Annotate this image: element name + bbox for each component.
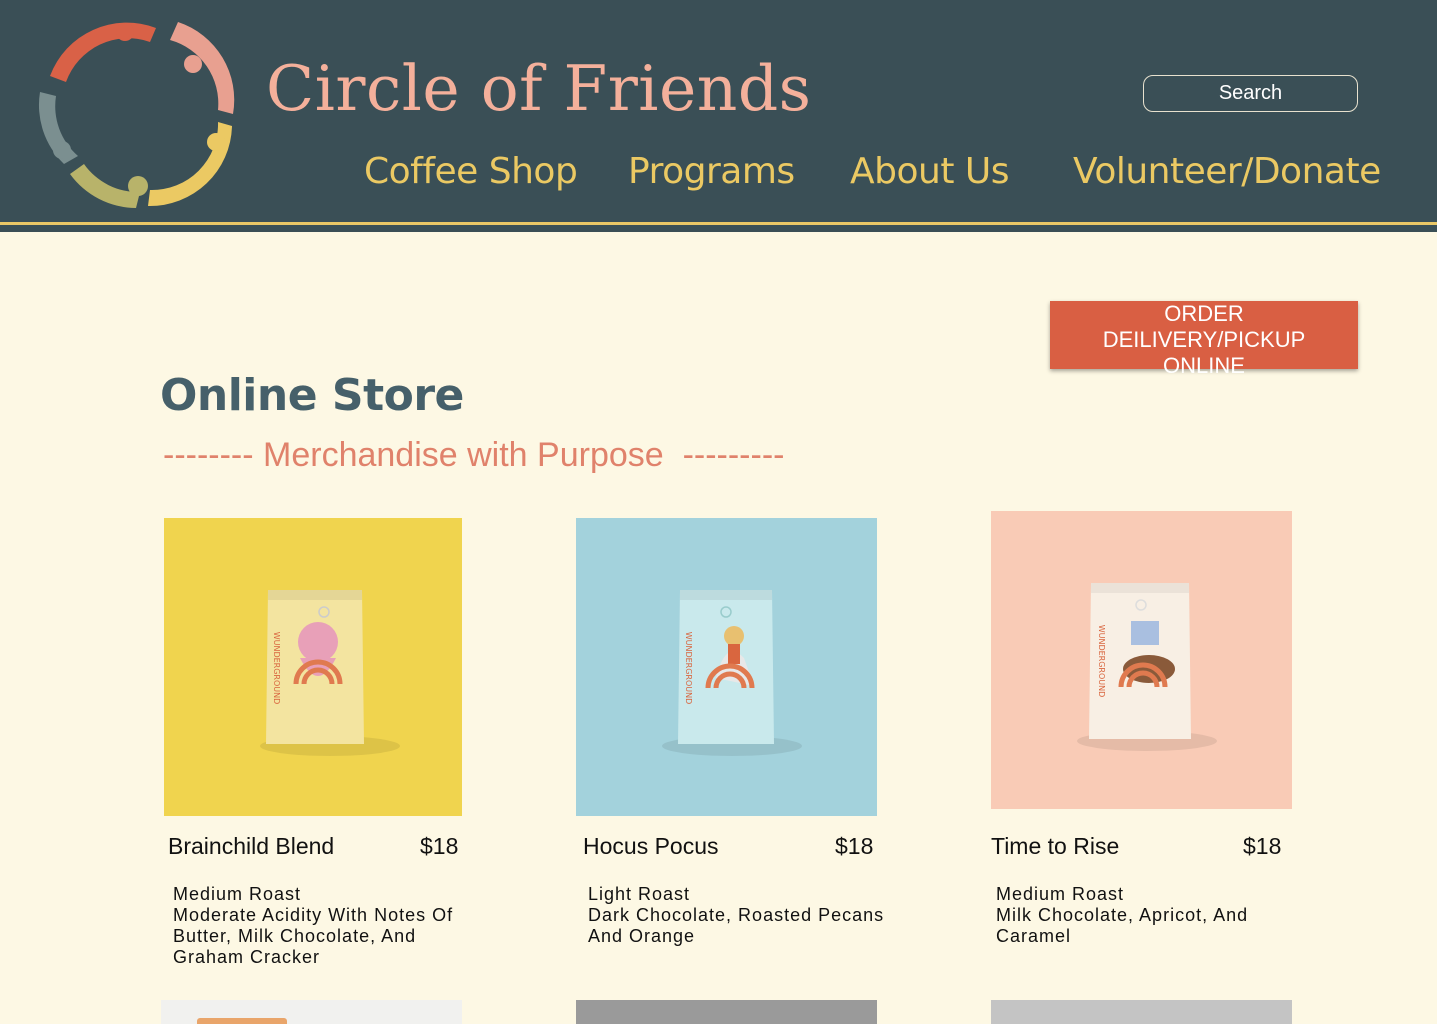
product-notes-line: Butter, Milk Chocolate, And (173, 926, 417, 946)
bag-brand-label: WUNDERGROUND (684, 632, 693, 705)
product-price: $18 (1243, 833, 1282, 859)
coffee-bag-image: WUNDERGROUND (164, 518, 462, 816)
product-name[interactable]: Time to Rise (991, 833, 1119, 860)
product-notes-line: Milk Chocolate, Apricot, And (996, 905, 1249, 925)
product-notes-line: Dark Chocolate, Roasted Pecans (588, 905, 885, 925)
nav-about-us[interactable]: About Us (850, 151, 1009, 192)
circle-of-friends-logo-icon[interactable] (28, 14, 242, 214)
coffee-bag-image: WUNDERGROUND (576, 518, 877, 816)
product-roast: Medium Roast (996, 884, 1125, 904)
bag-brand-label: WUNDERGROUND (272, 632, 281, 705)
nav-coffee-shop[interactable]: Coffee Shop (364, 151, 578, 192)
order-button-line1: ORDER DEILIVERY/PICKUP (1102, 301, 1306, 352)
product-notes-line: And Orange (588, 926, 696, 946)
product-image[interactable]: WUNDERGROUND (991, 511, 1292, 809)
header-divider (0, 222, 1437, 225)
product-image[interactable]: WUNDERGROUND (576, 518, 877, 816)
nav-programs[interactable]: Programs (628, 151, 795, 192)
product-image-peek (197, 1018, 287, 1024)
order-delivery-pickup-button[interactable]: ORDER DEILIVERY/PICKUP ONLINE (1050, 301, 1358, 378)
coffee-bag-image: WUNDERGROUND (991, 511, 1292, 809)
bag-brand-label: WUNDERGROUND (1097, 625, 1106, 698)
product-roast: Light Roast (588, 884, 691, 904)
product-name[interactable]: Hocus Pocus (583, 833, 719, 860)
product-image[interactable] (161, 1000, 462, 1024)
page-subtitle: -------- Merchandise with Purpose ------… (163, 436, 785, 474)
product-image[interactable] (576, 1000, 877, 1024)
product-description: Light Roast Dark Chocolate, Roasted Peca… (588, 884, 884, 947)
product-price: $18 (420, 833, 459, 859)
order-button-line2: ONLINE (1163, 353, 1245, 378)
product-roast: Medium Roast (173, 884, 302, 904)
site-header: Circle of Friends Coffee Shop Programs A… (0, 0, 1437, 232)
nav-volunteer-donate[interactable]: Volunteer/Donate (1073, 151, 1381, 192)
product-description: Medium Roast Milk Chocolate, Apricot, An… (996, 884, 1248, 947)
product-notes-line: Graham Cracker (173, 947, 321, 967)
product-price: $18 (835, 833, 874, 859)
product-notes-line: Moderate Acidity With Notes Of (173, 905, 454, 925)
page-title: Online Store (160, 370, 464, 421)
product-name[interactable]: Brainchild Blend (168, 833, 334, 860)
product-image[interactable]: WUNDERGROUND (164, 518, 462, 816)
site-title[interactable]: Circle of Friends (266, 52, 811, 125)
product-image[interactable] (991, 1000, 1292, 1024)
search-input[interactable] (1143, 75, 1358, 112)
product-notes-line: Caramel (996, 926, 1072, 946)
product-description: Medium Roast Moderate Acidity With Notes… (173, 884, 453, 968)
